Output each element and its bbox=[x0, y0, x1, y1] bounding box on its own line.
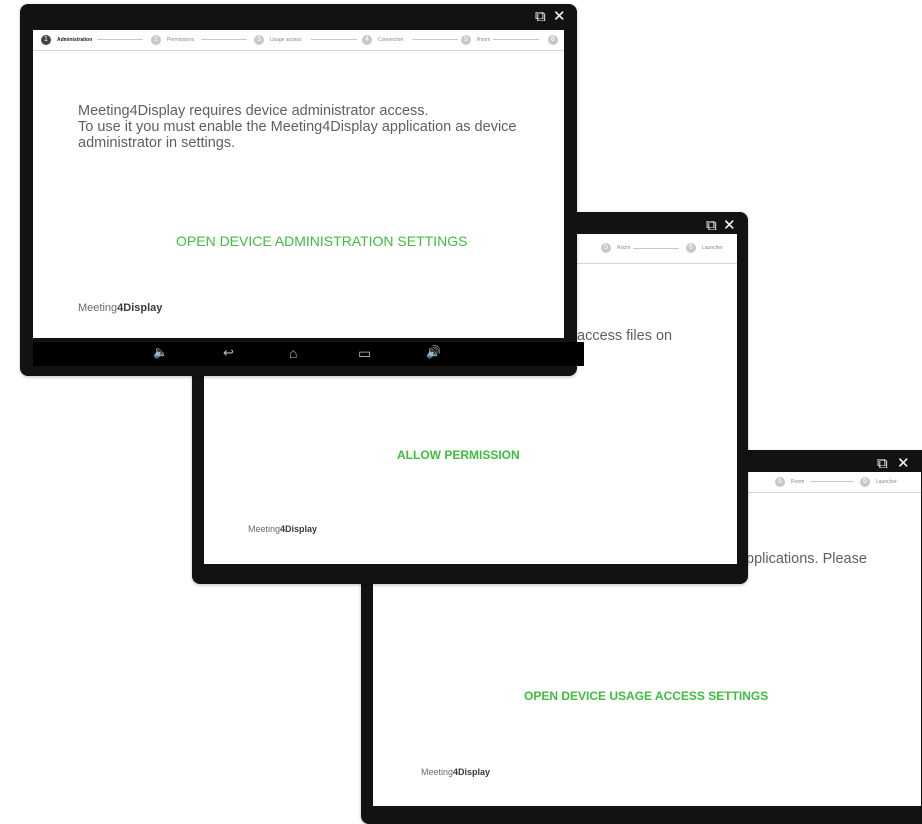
allow-permission-button[interactable]: ALLOW PERMISSION bbox=[397, 448, 520, 462]
tablet-administration: ⧉ ✕ 1 Administration 2 Permissions 3 Usa… bbox=[20, 4, 584, 376]
step-label: Administration bbox=[57, 37, 93, 43]
popout-icon[interactable]: ⧉ bbox=[877, 455, 888, 471]
step-number: 2 bbox=[151, 35, 161, 45]
recents-icon[interactable]: ▭ bbox=[358, 345, 371, 362]
step-label: Room bbox=[477, 37, 491, 43]
back-icon[interactable]: ↩ bbox=[223, 345, 234, 361]
close-icon[interactable]: ✕ bbox=[897, 455, 910, 471]
step-number: 6 bbox=[548, 35, 558, 45]
step-connector bbox=[412, 39, 458, 40]
step-number: 5 bbox=[461, 35, 471, 45]
step-connector bbox=[633, 248, 679, 249]
step-room: 5 Room bbox=[601, 242, 630, 254]
step-connector bbox=[97, 39, 143, 40]
step-connector bbox=[311, 39, 357, 40]
step-room: 5 Room bbox=[461, 34, 490, 46]
meeting4display-logo: Meeting4Display bbox=[248, 524, 317, 534]
step-number: 6 bbox=[686, 243, 696, 253]
logo-text-bold: 4Display bbox=[280, 524, 318, 534]
step-number: 6 bbox=[860, 477, 870, 487]
step-room: 5 Room bbox=[775, 476, 804, 488]
step-launcher: 6 Launcher bbox=[860, 476, 897, 488]
administration-message-line-2: To use it you must enable the Meeting4Di… bbox=[78, 119, 517, 135]
logo-text-bold: 4Display bbox=[453, 767, 491, 777]
close-icon[interactable]: ✕ bbox=[723, 217, 736, 233]
step-label: Room bbox=[791, 479, 805, 485]
logo-text: Meeting bbox=[421, 767, 454, 777]
volume-down-icon[interactable]: 🔈 bbox=[153, 345, 168, 359]
popout-icon[interactable]: ⧉ bbox=[706, 217, 717, 233]
step-connector bbox=[201, 39, 247, 40]
logo-text-bold: 4Display bbox=[117, 302, 163, 314]
step-label: Connection bbox=[378, 37, 404, 43]
logo-text: Meeting bbox=[78, 302, 118, 314]
step-number: 5 bbox=[601, 243, 611, 253]
home-icon[interactable]: ⌂ bbox=[289, 345, 297, 361]
step-connection: 4 Connection bbox=[362, 34, 403, 46]
step-number: 1 bbox=[41, 35, 51, 45]
step-usage-access: 3 Usage access bbox=[254, 34, 301, 46]
popout-icon[interactable]: ⧉ bbox=[535, 8, 546, 24]
logo-text: Meeting bbox=[248, 524, 281, 534]
setup-stepper: 1 Administration 2 Permissions 3 Usage a… bbox=[33, 30, 564, 51]
step-label: Launcher bbox=[702, 245, 723, 251]
step-label: Permissions bbox=[167, 37, 195, 43]
administration-message-line-3: administrator in settings. bbox=[78, 135, 236, 151]
step-label: Usage access bbox=[270, 37, 302, 43]
step-label: Launcher bbox=[876, 479, 897, 485]
open-usage-access-settings-button[interactable]: OPEN DEVICE USAGE ACCESS SETTINGS bbox=[524, 689, 768, 703]
usage-access-message: pplications. Please bbox=[746, 551, 867, 567]
administration-screen: 1 Administration 2 Permissions 3 Usage a… bbox=[33, 30, 564, 338]
meeting4display-logo: Meeting4Display bbox=[78, 302, 162, 314]
android-navigation-bar: 🔈 ↩ ⌂ ▭ 🔊 bbox=[33, 342, 584, 366]
permissions-message: access files on bbox=[577, 328, 673, 344]
administration-message-line-1: Meeting4Display requires device administ… bbox=[78, 103, 429, 119]
step-administration: 1 Administration bbox=[41, 34, 92, 46]
volume-up-icon[interactable]: 🔊 bbox=[426, 345, 441, 359]
step-permissions: 2 Permissions bbox=[151, 34, 194, 46]
step-launcher: 6 La bbox=[548, 34, 564, 46]
step-number: 5 bbox=[775, 477, 785, 487]
step-launcher: 6 Launcher bbox=[686, 242, 723, 254]
step-connector bbox=[493, 39, 539, 40]
meeting4display-logo: Meeting4Display bbox=[421, 767, 490, 777]
step-connector bbox=[810, 481, 854, 482]
step-number: 4 bbox=[362, 35, 372, 45]
step-number: 3 bbox=[254, 35, 264, 45]
step-label: Room bbox=[617, 245, 631, 251]
open-device-administration-settings-button[interactable]: OPEN DEVICE ADMINISTRATION SETTINGS bbox=[176, 233, 467, 249]
close-icon[interactable]: ✕ bbox=[553, 8, 566, 24]
